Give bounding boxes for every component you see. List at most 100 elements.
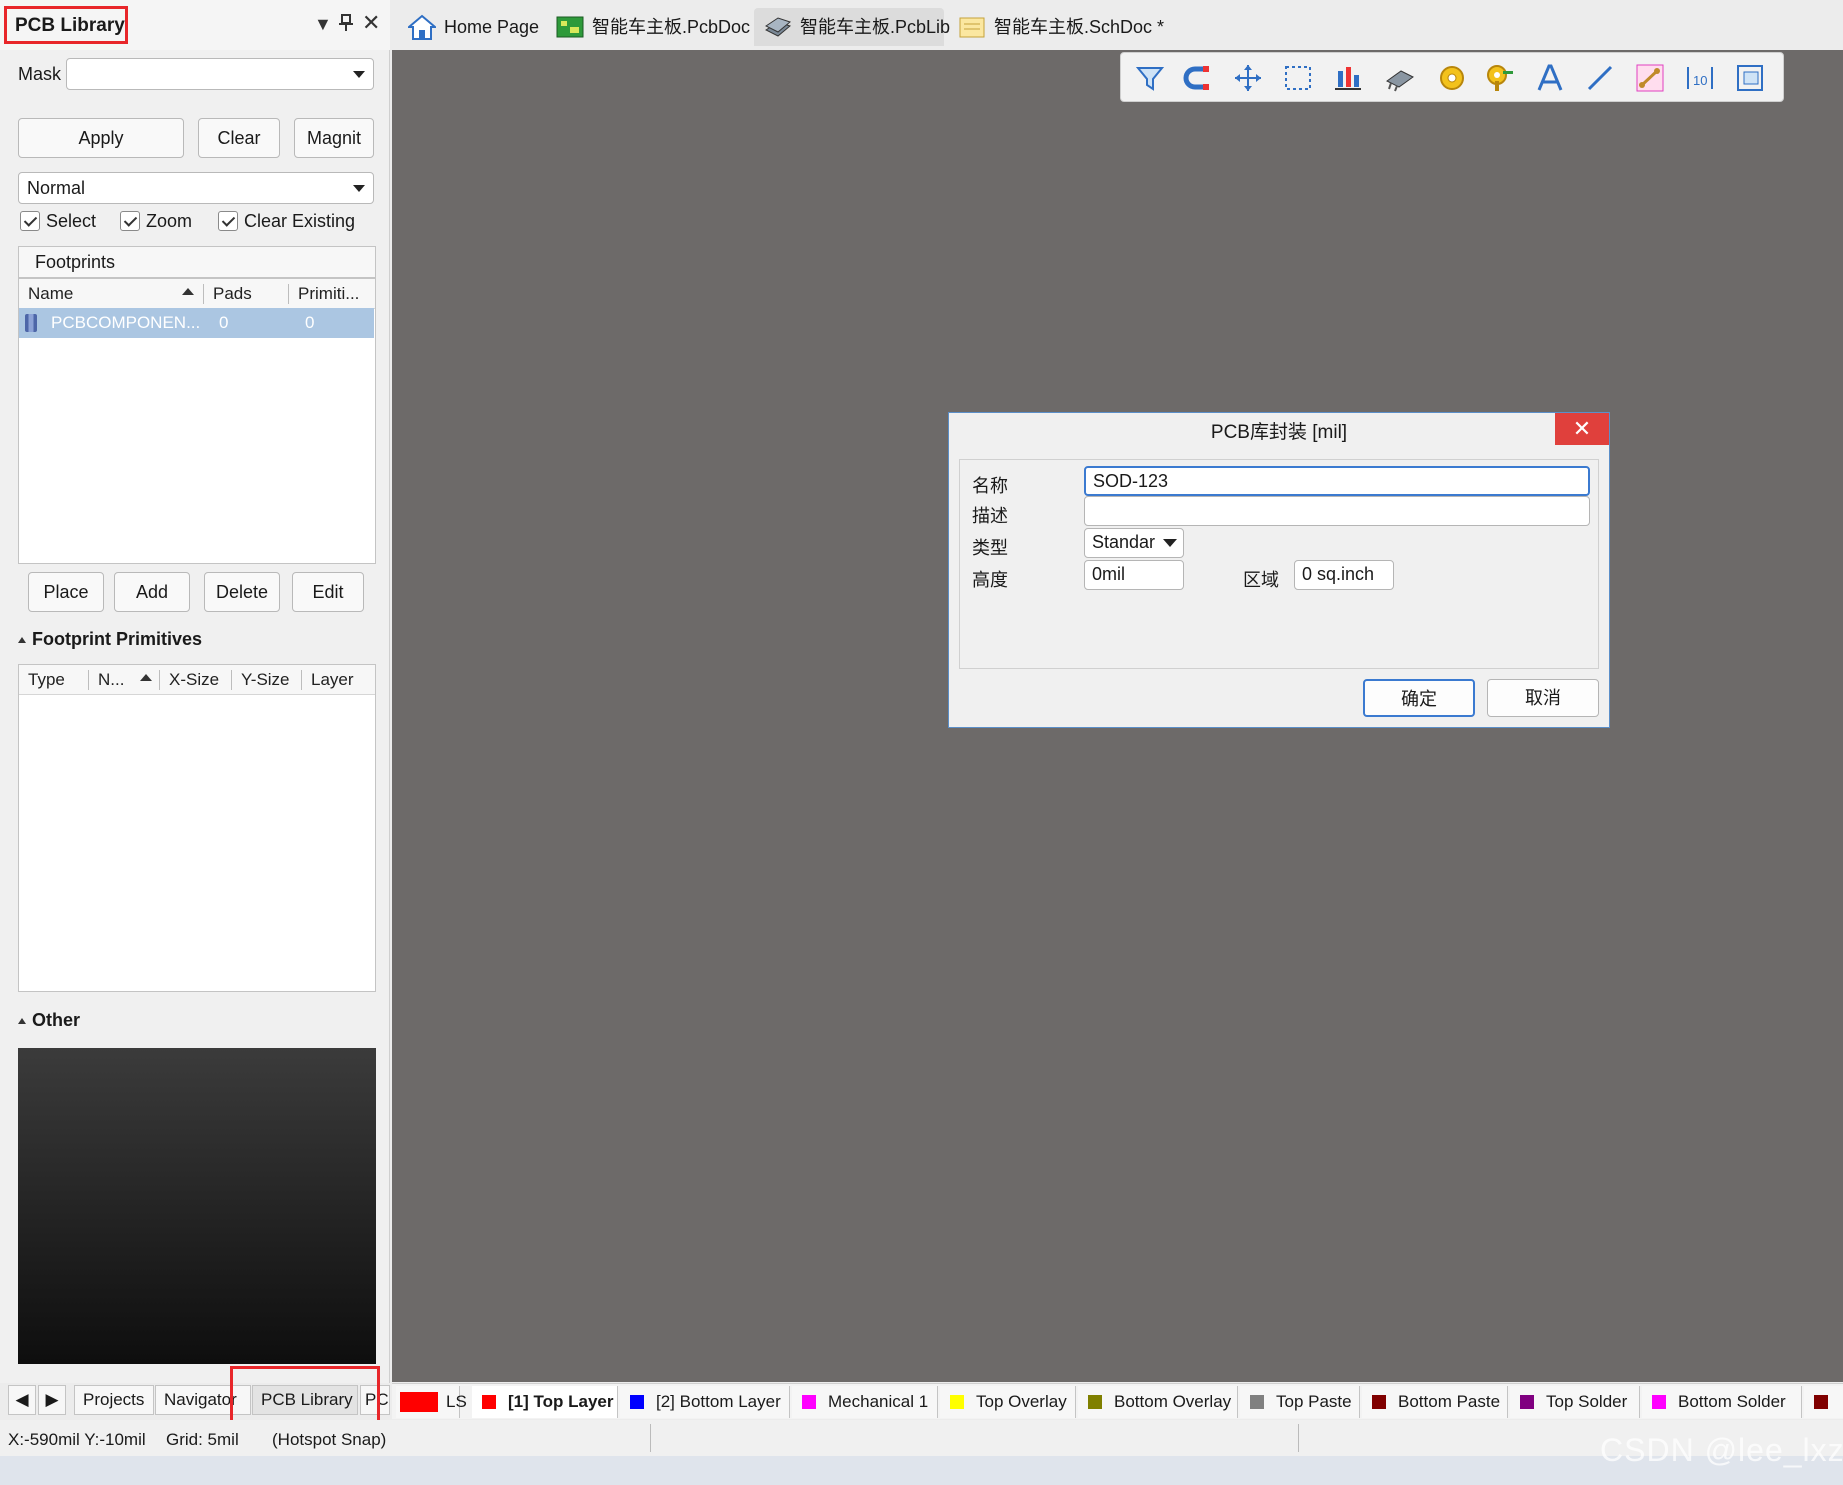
tab-label: 智能车主板.PcbLib xyxy=(800,17,951,37)
mask-input[interactable] xyxy=(66,58,374,90)
description-label: 描述 xyxy=(972,506,1008,526)
select-rect-icon[interactable] xyxy=(1283,63,1313,93)
status-separator xyxy=(650,1424,651,1452)
layer-color-swatch xyxy=(1372,1395,1386,1409)
mode-value: Normal xyxy=(27,178,86,198)
pcb-library-footprint-dialog: PCB库封装 [mil] ✕ 名称 SOD-123 描述 类型 Standar … xyxy=(948,412,1610,728)
tab-pcblib[interactable]: 智能车主板.PcbLib xyxy=(754,8,950,46)
layer-color-swatch xyxy=(1814,1395,1828,1409)
col-xsize[interactable]: X-Size xyxy=(169,670,219,698)
layer-color-swatch xyxy=(482,1395,496,1409)
primitives-list[interactable] xyxy=(18,664,376,992)
layer-tab-ls[interactable]: LS xyxy=(396,1386,467,1418)
column-separator xyxy=(88,670,89,690)
tab-schdoc[interactable]: 智能车主板.SchDoc * xyxy=(948,8,1164,46)
layer-tab-bottom-overlay[interactable]: Bottom Overlay xyxy=(1078,1386,1238,1418)
delete-button[interactable]: Delete xyxy=(204,572,280,612)
active-bar-toolbar: 10 xyxy=(1120,52,1784,102)
layer-color-swatch xyxy=(1652,1395,1666,1409)
select-checkbox[interactable]: Select xyxy=(20,210,96,234)
align-icon[interactable] xyxy=(1333,63,1363,93)
panel-title: PCB Library xyxy=(4,6,128,44)
col-type[interactable]: Type xyxy=(28,670,65,698)
route-icon[interactable] xyxy=(1635,63,1665,93)
tab-projects[interactable]: Projects xyxy=(74,1385,154,1415)
region-icon[interactable] xyxy=(1735,63,1765,93)
type-select[interactable]: Standar xyxy=(1084,528,1184,558)
clear-existing-checkbox[interactable]: Clear Existing xyxy=(218,210,355,234)
mode-select[interactable]: Normal xyxy=(18,172,374,204)
chevron-down-icon xyxy=(353,71,365,78)
checkbox-checked-icon xyxy=(218,211,238,232)
layer-tab-bottom-layer[interactable]: [2] Bottom Layer xyxy=(620,1386,790,1418)
description-field[interactable] xyxy=(1084,496,1590,526)
text-icon[interactable] xyxy=(1535,63,1565,93)
column-separator xyxy=(203,284,204,304)
via-icon[interactable] xyxy=(1485,63,1515,93)
layer-color-swatch xyxy=(1520,1395,1534,1409)
collapse-icon xyxy=(18,637,26,644)
component-icon[interactable] xyxy=(1385,63,1415,93)
height-label: 高度 xyxy=(972,570,1008,590)
other-section[interactable]: Other xyxy=(18,1010,80,1031)
tab-home-page[interactable]: Home Page xyxy=(398,8,546,46)
snap-magnet-icon[interactable] xyxy=(1183,63,1213,93)
table-row[interactable]: PCBCOMPONEN... 0 0 xyxy=(19,308,374,338)
dialog-title: PCB库封装 [mil] xyxy=(1210,422,1348,443)
edit-button[interactable]: Edit xyxy=(292,572,364,612)
pin-icon[interactable] xyxy=(338,14,354,37)
ok-button[interactable]: 确定 xyxy=(1363,679,1475,717)
pcbdoc-icon xyxy=(556,16,584,38)
layer-tab-top-solder[interactable]: Top Solder xyxy=(1510,1386,1640,1418)
col-ysize[interactable]: Y-Size xyxy=(241,670,290,698)
scroll-left-icon[interactable]: ◀ xyxy=(8,1385,36,1415)
column-separator xyxy=(301,670,302,690)
footprint-preview xyxy=(18,1048,376,1364)
checkbox-checked-icon xyxy=(20,211,40,232)
tab-label: Home Page xyxy=(444,17,540,37)
close-panel-icon[interactable]: ✕ xyxy=(362,10,380,36)
area-field[interactable]: 0 sq.inch xyxy=(1294,560,1394,590)
layer-color-swatch xyxy=(1250,1395,1264,1409)
clear-button[interactable]: Clear xyxy=(198,118,280,158)
layer-tabs: LS [1] Top Layer [2] Bottom Layer Mechan… xyxy=(392,1383,1843,1419)
status-bar: X:-590mil Y:-10mil Grid: 5mil (Hotspot S… xyxy=(0,1420,1843,1456)
scroll-right-icon[interactable]: ▶ xyxy=(38,1385,66,1415)
col-layer[interactable]: Layer xyxy=(311,670,354,698)
filter-icon[interactable] xyxy=(1135,63,1165,93)
zoom-checkbox[interactable]: Zoom xyxy=(120,210,192,234)
footprint-primitives-section[interactable]: Footprint Primitives xyxy=(18,629,202,650)
line-icon[interactable] xyxy=(1585,63,1615,93)
svg-text:10: 10 xyxy=(1693,73,1707,88)
place-button[interactable]: Place xyxy=(28,572,104,612)
dialog-body: 名称 SOD-123 描述 类型 Standar 高度 0mil 区域 0 sq… xyxy=(959,459,1599,669)
dimension-icon[interactable]: 10 xyxy=(1685,63,1715,93)
layer-label: Top Paste xyxy=(1276,1392,1352,1411)
cancel-button[interactable]: 取消 xyxy=(1487,679,1599,717)
close-icon[interactable]: ✕ xyxy=(1555,413,1609,445)
layer-tab-bottom-paste[interactable]: Bottom Paste xyxy=(1362,1386,1508,1418)
layer-tab-top-paste[interactable]: Top Paste xyxy=(1240,1386,1360,1418)
apply-button[interactable]: Apply xyxy=(18,118,184,158)
pad-icon[interactable] xyxy=(1437,63,1467,93)
move-icon[interactable] xyxy=(1233,63,1263,93)
magnify-button[interactable]: Magnit xyxy=(294,118,374,158)
layer-tab-bottom-solder[interactable]: Bottom Solder xyxy=(1642,1386,1802,1418)
panel-menu-icon[interactable]: ▼ xyxy=(314,14,332,35)
add-button[interactable]: Add xyxy=(114,572,190,612)
tab-pcbdoc[interactable]: 智能车主板.PcbDoc * xyxy=(546,8,762,46)
col-n[interactable]: N... xyxy=(98,670,124,698)
layer-tab-mechanical-1[interactable]: Mechanical 1 xyxy=(792,1386,938,1418)
layer-tab-top-overlay[interactable]: Top Overlay xyxy=(940,1386,1076,1418)
checkbox-checked-icon xyxy=(120,211,140,232)
zoom-label: Zoom xyxy=(146,210,193,231)
footprint-primitives: 0 xyxy=(305,313,315,332)
chevron-down-icon xyxy=(353,185,365,192)
height-field[interactable]: 0mil xyxy=(1084,560,1184,590)
other-title: Other xyxy=(32,1010,81,1030)
layer-tab-top-layer[interactable]: [1] Top Layer xyxy=(472,1386,618,1418)
name-field[interactable]: SOD-123 xyxy=(1084,466,1590,496)
tab-label: 智能车主板.SchDoc * xyxy=(994,17,1165,37)
layer-color-swatch xyxy=(950,1395,964,1409)
layer-tab-more[interactable] xyxy=(1804,1386,1843,1418)
